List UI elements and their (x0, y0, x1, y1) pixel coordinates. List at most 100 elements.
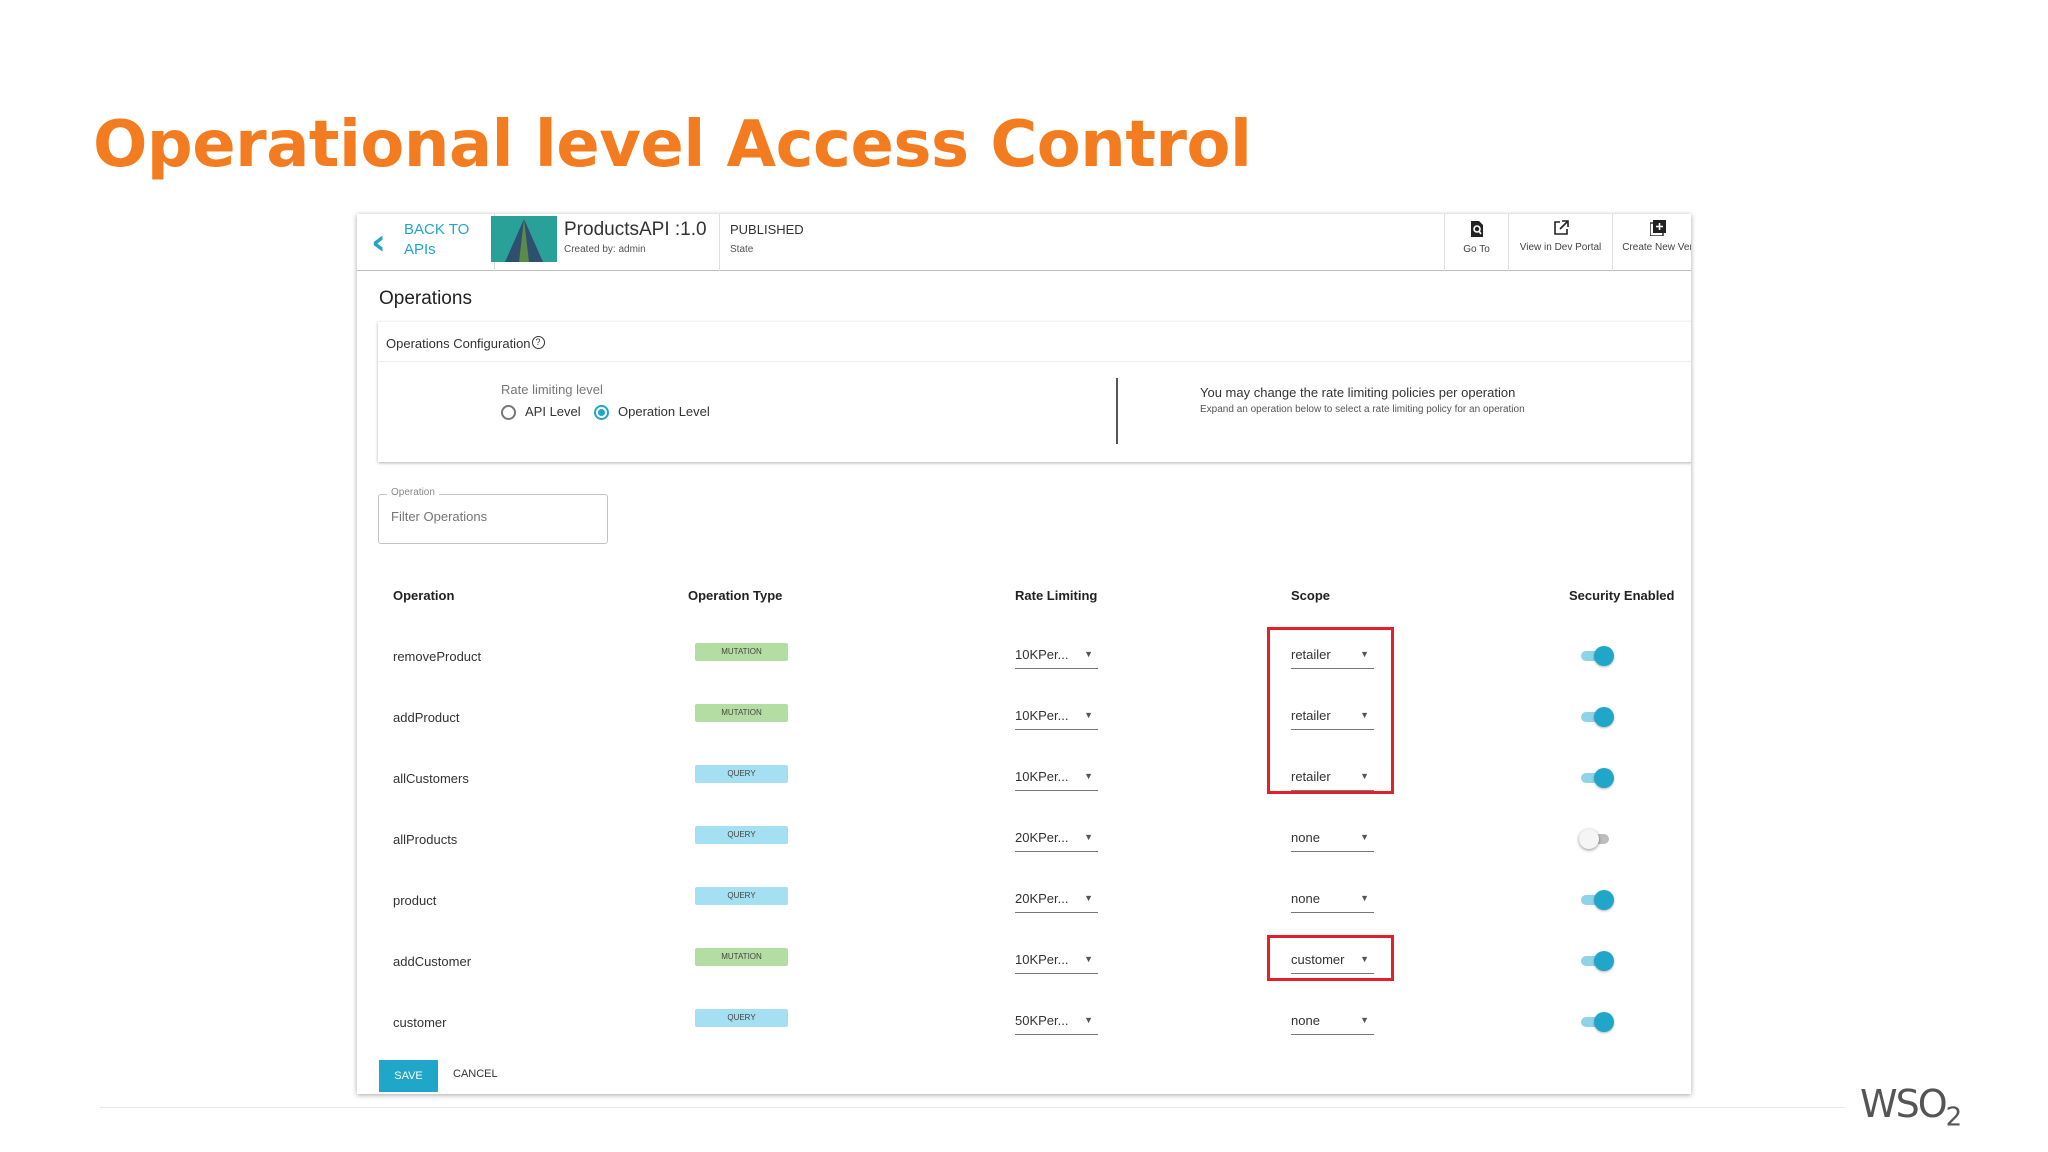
security-toggle[interactable] (1579, 1011, 1615, 1033)
rate-limiting-value: 20KPer... (1015, 891, 1069, 906)
header-scope: Scope (1291, 588, 1331, 603)
back-line2: APIs (404, 241, 436, 258)
operation-name: customer (393, 1015, 447, 1030)
cancel-button[interactable]: CANCEL (453, 1068, 498, 1080)
back-link-text: BACK TO APIs (404, 220, 484, 260)
external-link-icon (1509, 220, 1612, 240)
operation-name: removeProduct (393, 649, 482, 664)
operation-type-badge: QUERY (695, 826, 788, 844)
dropdown-arrow-icon: ▼ (1084, 954, 1093, 964)
rate-limiting-value: 10KPer... (1015, 769, 1069, 784)
security-toggle[interactable] (1579, 889, 1615, 911)
filter-operations-field[interactable]: Operation (378, 487, 608, 544)
security-toggle[interactable] (1579, 645, 1615, 667)
operation-type-badge: MUTATION (695, 643, 788, 661)
security-toggle[interactable] (1579, 828, 1615, 850)
security-toggle[interactable] (1579, 706, 1615, 728)
toggle-knob (1594, 951, 1614, 971)
radio-operation-level-label: Operation Level (618, 404, 710, 419)
toggle-knob (1594, 1012, 1614, 1032)
scope-highlight-box-customer (1267, 935, 1394, 981)
rate-limiting-value: 20KPer... (1015, 830, 1069, 845)
table-row[interactable]: removeProduct MUTATION 10KPer... ▼ retailer ▼ (357, 643, 1691, 710)
dropdown-arrow-icon: ▼ (1360, 1015, 1369, 1025)
rate-limiting-select[interactable]: 50KPer... ▼ (1015, 1013, 1098, 1035)
operation-type-badge: MUTATION (695, 948, 788, 966)
scope-select[interactable]: none ▼ (1291, 830, 1374, 852)
table-row[interactable]: customer QUERY 50KPer... ▼ none ▼ (357, 1009, 1691, 1076)
app-window: ‹ BACK TO APIs ProductsAPI :1.0 Created … (357, 214, 1691, 1094)
operation-type-badge: QUERY (695, 765, 788, 783)
operation-name: product (393, 893, 437, 908)
wso2-logo: WSO2 (1860, 1082, 1962, 1133)
back-line1: BACK TO (404, 221, 470, 238)
radio-api-level-label: API Level (525, 404, 581, 419)
operations-title: Operations (379, 288, 472, 309)
filter-label: Operation (387, 487, 439, 498)
toggle-knob (1594, 707, 1614, 727)
logo-text: WSO (1860, 1082, 1948, 1126)
security-toggle[interactable] (1579, 767, 1615, 789)
table-row[interactable]: allProducts QUERY 20KPer... ▼ none ▼ (357, 826, 1691, 893)
scope-select[interactable]: none ▼ (1291, 891, 1374, 913)
operations-config-card: Operations Configuration? Rate limiting … (378, 322, 1691, 462)
dropdown-arrow-icon: ▼ (1360, 893, 1369, 903)
rate-limiting-select[interactable]: 10KPer... ▼ (1015, 952, 1098, 974)
search-doc-icon (1445, 220, 1508, 242)
view-dev-portal-button[interactable]: View in Dev Portal (1508, 214, 1612, 271)
chevron-left-icon: ‹ (371, 222, 386, 263)
help-icon[interactable]: ? (531, 336, 545, 349)
operation-name: allProducts (393, 832, 458, 847)
info-sub: Expand an operation below to select a ra… (1200, 404, 1525, 415)
back-to-apis-link[interactable]: ‹ BACK TO APIs (371, 214, 495, 271)
toggle-knob (1594, 768, 1614, 788)
filter-operations-input[interactable] (391, 509, 591, 524)
rate-limiting-select[interactable]: 20KPer... ▼ (1015, 891, 1098, 913)
table-row[interactable]: addCustomer MUTATION 10KPer... ▼ customer ▼ (357, 948, 1691, 1015)
create-new-version-button[interactable]: Create New Ver (1612, 214, 1691, 271)
header-rate-limiting: Rate Limiting (1015, 588, 1098, 603)
save-button[interactable]: SAVE (379, 1060, 438, 1092)
toggle-knob (1594, 646, 1614, 666)
create-new-version-label: Create New Ver (1622, 242, 1691, 253)
dropdown-arrow-icon: ▼ (1084, 1015, 1093, 1025)
state-value: PUBLISHED (730, 222, 804, 237)
table-row[interactable]: allCustomers QUERY 10KPer... ▼ retailer ▼ (357, 765, 1691, 832)
operation-type-badge: QUERY (695, 887, 788, 905)
radio-api-level[interactable]: API Level (501, 404, 581, 421)
scope-value: none (1291, 891, 1320, 906)
rate-limiting-value: 10KPer... (1015, 708, 1069, 723)
scope-select[interactable]: none ▼ (1291, 1013, 1374, 1035)
goto-button[interactable]: Go To (1444, 214, 1508, 271)
rate-limiting-value: 10KPer... (1015, 647, 1069, 662)
operation-type-badge: QUERY (695, 1009, 788, 1027)
security-toggle[interactable] (1579, 950, 1615, 972)
api-name: ProductsAPI :1.0 (564, 219, 707, 240)
scope-value: none (1291, 830, 1320, 845)
header-security-enabled: Security Enabled (1569, 588, 1675, 603)
config-card-header: Operations Configuration? (378, 322, 1691, 362)
rate-limiting-select[interactable]: 10KPer... ▼ (1015, 647, 1098, 669)
api-thumbnail (491, 216, 557, 262)
top-bar: ‹ BACK TO APIs ProductsAPI :1.0 Created … (357, 214, 1691, 271)
scope-value: none (1291, 1013, 1320, 1028)
header-operation-type: Operation Type (688, 588, 783, 603)
dropdown-arrow-icon: ▼ (1084, 649, 1093, 659)
operation-name: addProduct (393, 710, 460, 725)
vertical-divider (1116, 378, 1118, 444)
rate-limiting-select[interactable]: 20KPer... ▼ (1015, 830, 1098, 852)
radio-operation-level[interactable]: Operation Level (594, 404, 710, 421)
info-main: You may change the rate limiting policie… (1200, 385, 1516, 400)
table-row[interactable]: product QUERY 20KPer... ▼ none ▼ (357, 887, 1691, 954)
radio-circle-unchecked (501, 405, 516, 421)
dropdown-arrow-icon: ▼ (1360, 832, 1369, 842)
goto-label: Go To (1463, 244, 1490, 255)
state-box: PUBLISHED State (719, 214, 919, 271)
api-created-by: Created by: admin (564, 244, 646, 255)
dropdown-arrow-icon: ▼ (1084, 832, 1093, 842)
view-dev-portal-label: View in Dev Portal (1519, 242, 1602, 253)
dropdown-arrow-icon: ▼ (1084, 893, 1093, 903)
table-row[interactable]: addProduct MUTATION 10KPer... ▼ retailer ▼ (357, 704, 1691, 771)
rate-limiting-select[interactable]: 10KPer... ▼ (1015, 708, 1098, 730)
rate-limiting-select[interactable]: 10KPer... ▼ (1015, 769, 1098, 791)
